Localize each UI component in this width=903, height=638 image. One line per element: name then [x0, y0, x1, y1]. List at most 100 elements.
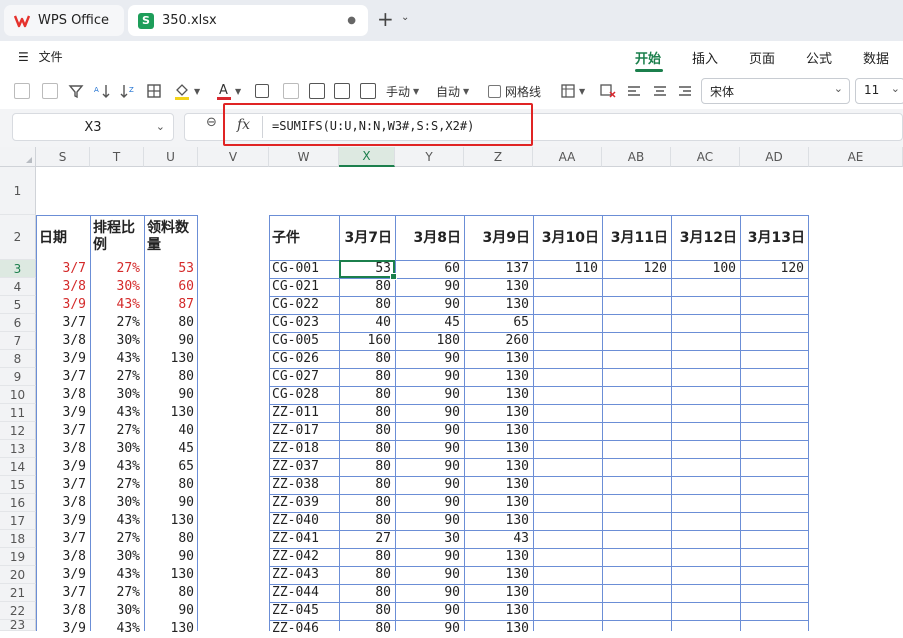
table-cell[interactable]: 43% [90, 350, 144, 368]
table-cell[interactable]: 30% [90, 332, 144, 350]
table-cell[interactable]: ZZ-039 [269, 494, 339, 512]
table-cell[interactable]: 90 [395, 404, 464, 422]
table-cell[interactable]: 80 [339, 440, 395, 458]
table-cell[interactable]: 3/9 [36, 620, 90, 638]
table-cell[interactable]: 80 [339, 566, 395, 584]
table-cell[interactable]: 80 [339, 494, 395, 512]
table-cell[interactable]: 3/8 [36, 278, 90, 296]
zoom-search-icon[interactable]: ⊖ [206, 115, 217, 130]
tab-wps-office[interactable]: WPS Office [4, 5, 124, 36]
table-cell[interactable]: 3/8 [36, 494, 90, 512]
table-cell[interactable]: ZZ-045 [269, 602, 339, 620]
table-cell[interactable]: ZZ-043 [269, 566, 339, 584]
font-size-select[interactable]: 11 ⌄ [855, 78, 903, 104]
table-cell[interactable]: 43% [90, 566, 144, 584]
table-cell[interactable]: 80 [144, 530, 198, 548]
table-cell[interactable]: 40 [144, 422, 198, 440]
table-cell[interactable]: 130 [464, 584, 533, 602]
table-cell[interactable]: 3/8 [36, 386, 90, 404]
table-cell[interactable]: 90 [395, 440, 464, 458]
table-cell[interactable]: 27% [90, 584, 144, 602]
table-cell[interactable]: 27% [90, 368, 144, 386]
row-header[interactable]: 11 [0, 404, 36, 422]
table-cell[interactable]: 160 [339, 332, 395, 350]
table-cell[interactable]: 27% [90, 422, 144, 440]
table-cell[interactable]: CG-022 [269, 296, 339, 314]
table-cell[interactable]: 130 [464, 278, 533, 296]
table-cell[interactable]: 3/9 [36, 458, 90, 476]
table-cell[interactable]: 27% [90, 314, 144, 332]
table-cell[interactable]: 3/7 [36, 530, 90, 548]
table-cell[interactable]: 80 [339, 296, 395, 314]
table-cell[interactable]: CG-001 [269, 260, 339, 278]
column-header[interactable]: V [198, 147, 269, 167]
row-header[interactable]: 7 [0, 332, 36, 350]
table-cell[interactable]: 45 [144, 440, 198, 458]
table-cell[interactable]: 30% [90, 278, 144, 296]
table-cell[interactable]: 3/7 [36, 314, 90, 332]
table-cell[interactable]: 27% [90, 530, 144, 548]
table-cell[interactable]: 3/8 [36, 440, 90, 458]
align-left-icon[interactable] [627, 82, 641, 100]
file-menu[interactable]: ☰ 文件 [18, 48, 63, 65]
table-cell[interactable]: 130 [464, 548, 533, 566]
freeze-panes-icon[interactable] [360, 83, 376, 99]
table-cell[interactable]: ZZ-017 [269, 422, 339, 440]
table-cell[interactable]: 3/7 [36, 584, 90, 602]
table-cell[interactable]: 43% [90, 404, 144, 422]
table-cell[interactable]: 80 [339, 386, 395, 404]
row-header[interactable]: 5 [0, 296, 36, 314]
table-cell[interactable]: 130 [464, 422, 533, 440]
table-cell[interactable]: ZZ-040 [269, 512, 339, 530]
table-cell[interactable]: ZZ-037 [269, 458, 339, 476]
table-cell[interactable]: 90 [144, 332, 198, 350]
table-cell[interactable]: 43% [90, 512, 144, 530]
table-cell[interactable]: 100 [671, 260, 740, 278]
row-header[interactable]: 8 [0, 350, 36, 368]
table-cell[interactable]: 90 [144, 386, 198, 404]
clear-format-icon[interactable] [599, 82, 617, 100]
table-cell[interactable]: 90 [395, 548, 464, 566]
table-cell[interactable]: 130 [464, 512, 533, 530]
table-cell[interactable]: 130 [464, 476, 533, 494]
column-header[interactable]: AE [809, 147, 903, 167]
row-header[interactable]: 3 [0, 260, 36, 278]
column-header[interactable]: AA [533, 147, 602, 167]
row-header[interactable]: 16 [0, 494, 36, 512]
table-cell[interactable]: 130 [464, 296, 533, 314]
table-cell[interactable]: 3/7 [36, 260, 90, 278]
row-header[interactable]: 20 [0, 566, 36, 584]
column-header[interactable]: W [269, 147, 339, 167]
table-cell[interactable]: CG-005 [269, 332, 339, 350]
sort-ascending-icon[interactable]: A [94, 82, 112, 100]
gridlines-checkbox[interactable] [488, 84, 501, 98]
table-cell[interactable]: 87 [144, 296, 198, 314]
row-height-icon[interactable] [309, 83, 325, 99]
table-cell[interactable]: 90 [395, 350, 464, 368]
table-cell[interactable]: ZZ-011 [269, 404, 339, 422]
table-cell[interactable]: 130 [464, 350, 533, 368]
table-cell[interactable]: 3/9 [36, 350, 90, 368]
column-header[interactable]: AC [671, 147, 740, 167]
table-cell[interactable]: 80 [339, 584, 395, 602]
table-cell[interactable]: 80 [144, 476, 198, 494]
wrap-text-icon[interactable] [255, 84, 269, 98]
table-cell[interactable]: 120 [602, 260, 671, 278]
table-cell[interactable]: 110 [533, 260, 602, 278]
table-cell[interactable]: 3/8 [36, 548, 90, 566]
table-cell[interactable]: 3/9 [36, 404, 90, 422]
table-cell[interactable]: 130 [144, 566, 198, 584]
filter-icon[interactable] [68, 82, 84, 100]
table-cell[interactable]: 80 [144, 368, 198, 386]
table-cell[interactable]: 3/9 [36, 296, 90, 314]
table-cell[interactable]: 40 [339, 314, 395, 332]
table-cell[interactable]: 120 [740, 260, 808, 278]
column-header[interactable]: Z [464, 147, 533, 167]
table-cell[interactable]: 137 [464, 260, 533, 278]
table-cell[interactable]: 90 [395, 458, 464, 476]
table-cell[interactable]: 27% [90, 260, 144, 278]
unsaved-dot-icon[interactable]: ● [347, 15, 356, 26]
table-cell[interactable]: 65 [144, 458, 198, 476]
row-header[interactable]: 18 [0, 530, 36, 548]
menu-formula[interactable]: 公式 [806, 48, 832, 67]
